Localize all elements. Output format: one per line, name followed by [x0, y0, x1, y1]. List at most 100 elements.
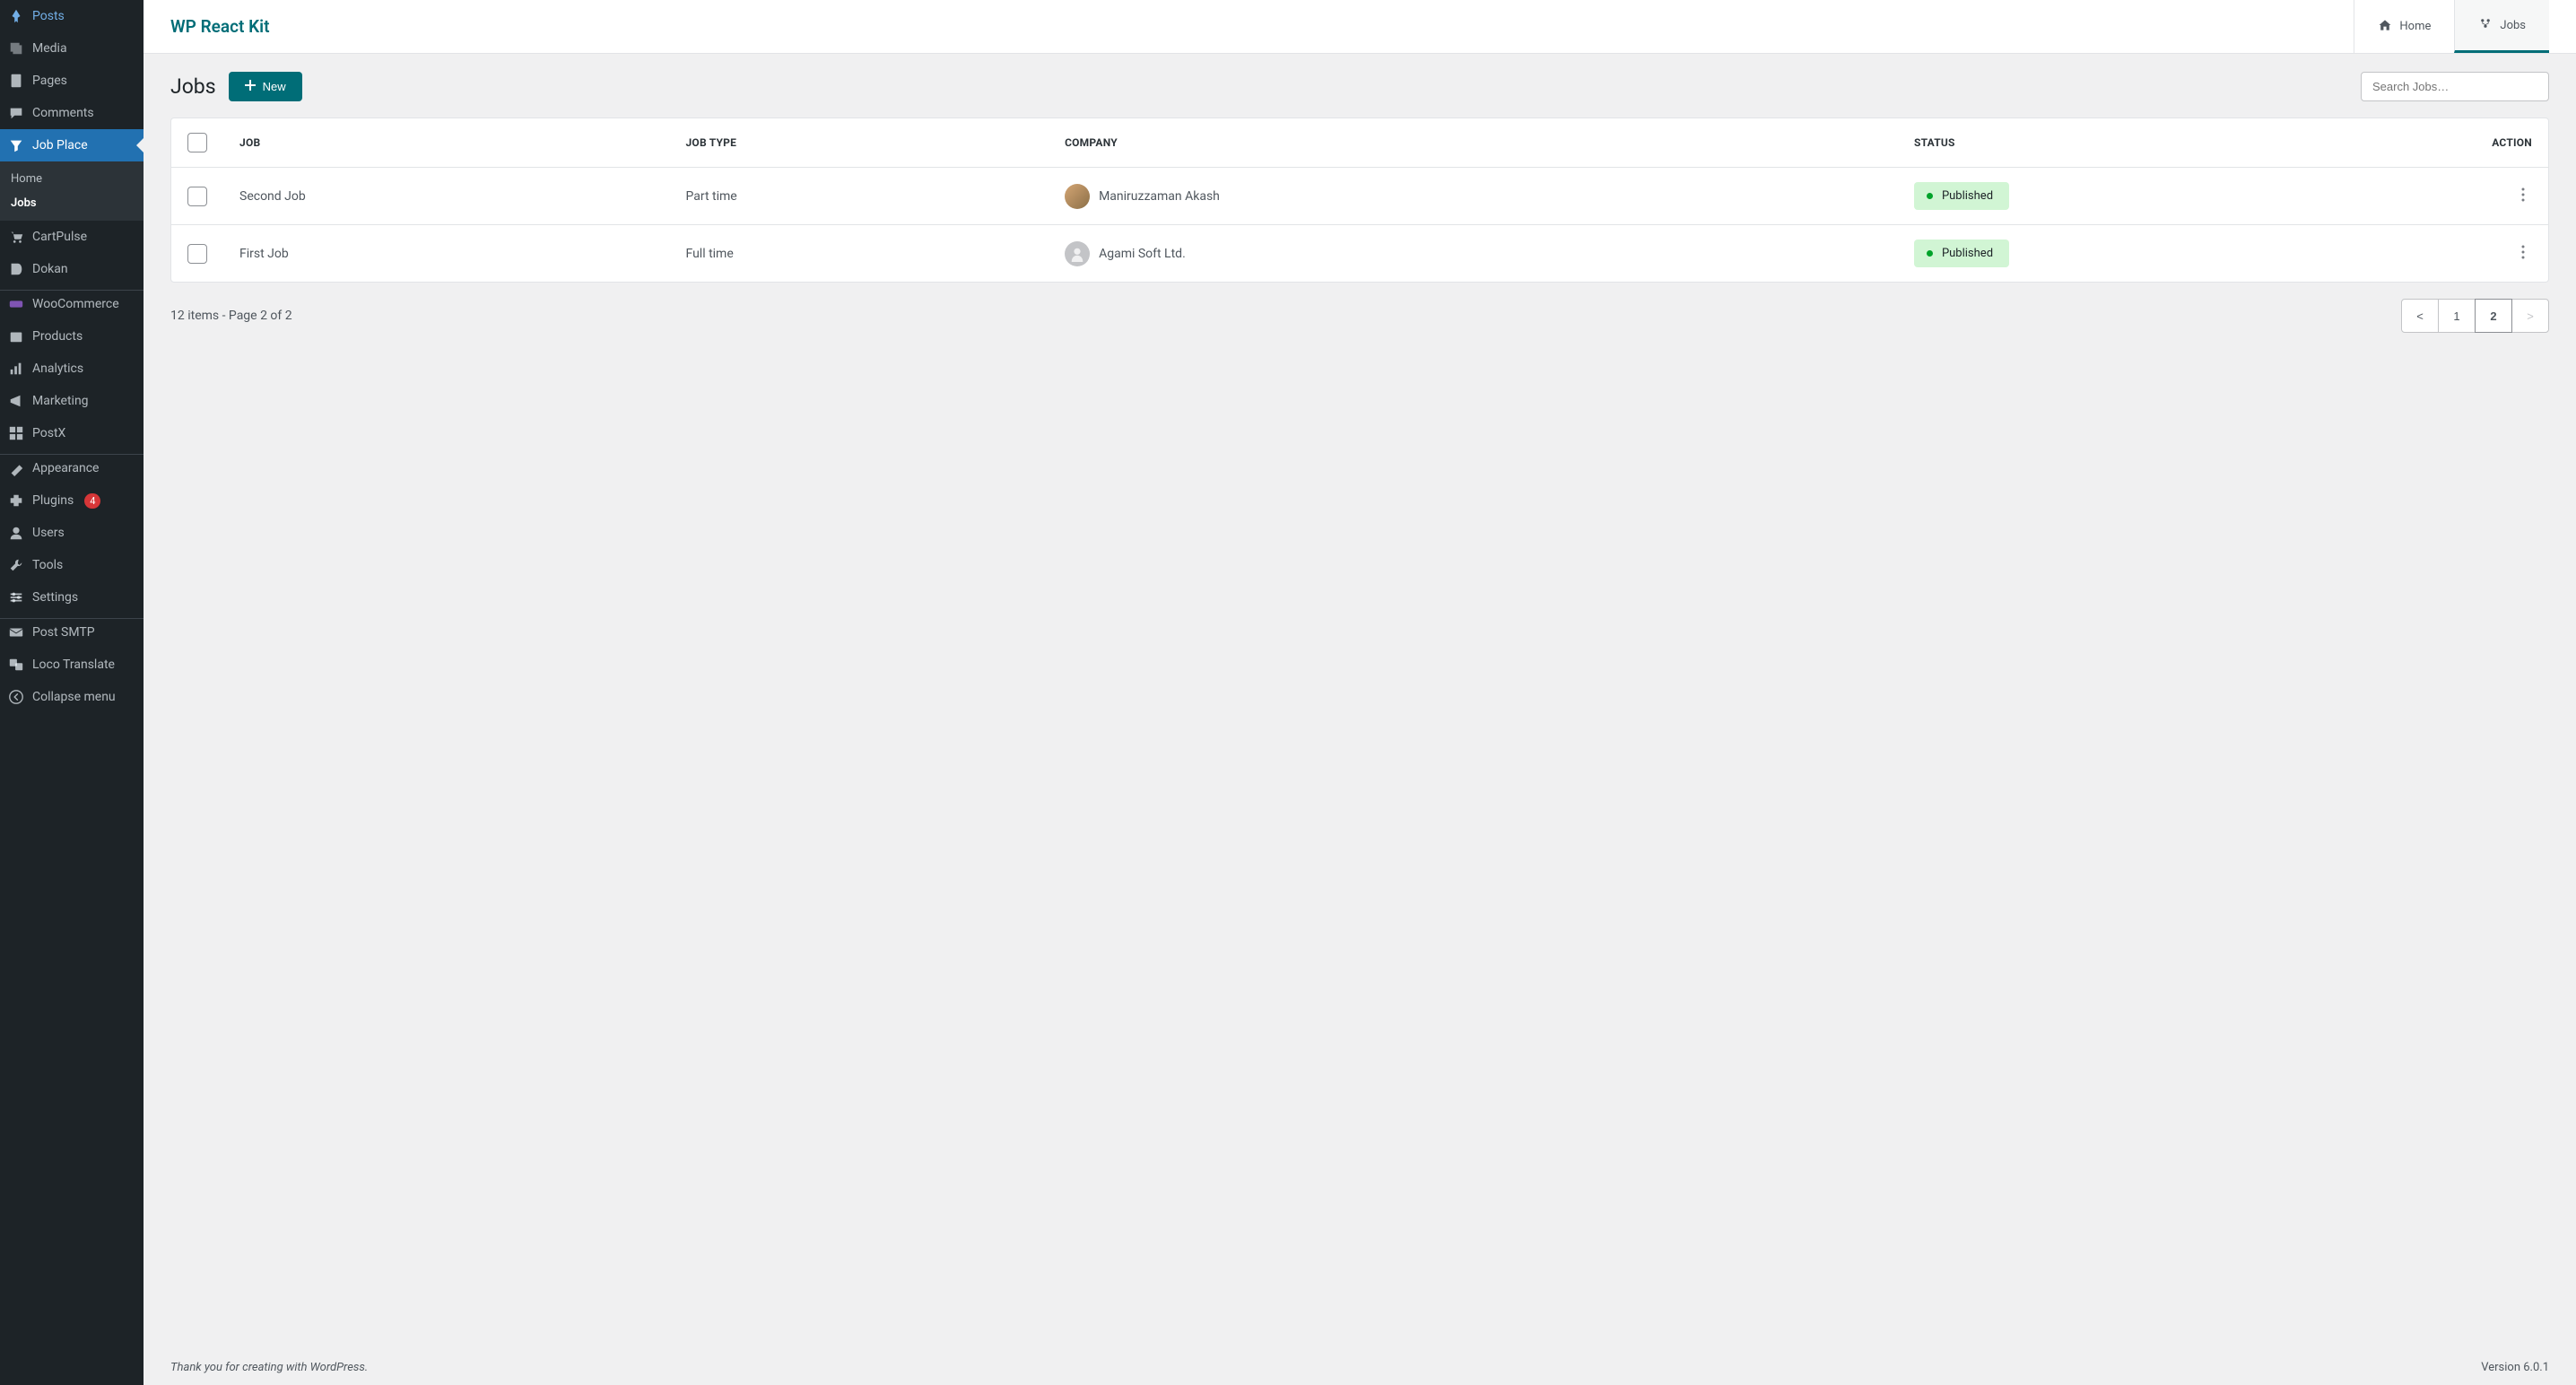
sidebar-item-settings[interactable]: Settings: [0, 581, 144, 614]
sidebar-item-postx[interactable]: PostX: [0, 417, 144, 449]
sidebar-label: Media: [32, 41, 67, 56]
sidebar: Posts Media Pages Comments Job Place Hom…: [0, 0, 144, 1385]
pin-icon: [7, 7, 25, 25]
sidebar-item-loco-translate[interactable]: Loco Translate: [0, 649, 144, 681]
avatar: [1065, 241, 1090, 266]
th-action: ACTION: [2476, 118, 2548, 168]
settings-icon: [7, 588, 25, 606]
plus-icon: [245, 80, 256, 93]
sidebar-item-posts[interactable]: Posts: [0, 0, 144, 32]
pagination-info: 12 items - Page 2 of 2: [170, 309, 292, 323]
sidebar-item-plugins[interactable]: Plugins 4: [0, 484, 144, 517]
pagination-next[interactable]: >: [2511, 299, 2549, 333]
jobs-table: JOB JOB TYPE COMPANY STATUS ACTION Secon…: [171, 118, 2548, 282]
submenu-item-home[interactable]: Home: [0, 167, 144, 191]
postx-icon: [7, 424, 25, 442]
cell-job-type: Part time: [669, 168, 1049, 225]
pagination-prev[interactable]: <: [2401, 299, 2439, 333]
user-icon: [7, 524, 25, 542]
page-icon: [7, 72, 25, 90]
th-company[interactable]: COMPANY: [1049, 118, 1898, 168]
avatar: [1065, 184, 1090, 209]
sidebar-item-users[interactable]: Users: [0, 517, 144, 549]
table-row: Second Job Part time Maniruzzaman Akash: [171, 168, 2548, 225]
sidebar-item-appearance[interactable]: Appearance: [0, 454, 144, 484]
pagination-page-1[interactable]: 1: [2438, 299, 2476, 333]
select-all-checkbox[interactable]: [187, 133, 207, 152]
th-status[interactable]: STATUS: [1898, 118, 2476, 168]
sidebar-label: Appearance: [32, 461, 99, 475]
woo-icon: [7, 295, 25, 313]
comment-icon: [7, 104, 25, 122]
cart-icon: [7, 228, 25, 246]
cell-status: Published: [1898, 225, 2476, 283]
more-button[interactable]: [2514, 241, 2532, 266]
cell-company: Maniruzzaman Akash: [1049, 168, 1898, 225]
th-job[interactable]: JOB: [223, 118, 669, 168]
sidebar-item-media[interactable]: Media: [0, 32, 144, 65]
sidebar-item-marketing[interactable]: Marketing: [0, 385, 144, 417]
th-job-type[interactable]: JOB TYPE: [669, 118, 1049, 168]
sidebar-item-tools[interactable]: Tools: [0, 549, 144, 581]
new-button[interactable]: New: [229, 72, 302, 101]
sidebar-item-cartpulse[interactable]: CartPulse: [0, 221, 144, 253]
sidebar-label: Marketing: [32, 394, 89, 408]
header-tab-jobs[interactable]: Jobs: [2454, 0, 2549, 53]
pagination: < 1 2 >: [2401, 299, 2549, 333]
submenu: Home Jobs: [0, 161, 144, 221]
company-name: Maniruzzaman Akash: [1099, 189, 1220, 204]
sidebar-item-analytics[interactable]: Analytics: [0, 353, 144, 385]
sidebar-item-collapse[interactable]: Collapse menu: [0, 681, 144, 713]
row-checkbox[interactable]: [187, 187, 207, 206]
marketing-icon: [7, 392, 25, 410]
pagination-page-2[interactable]: 2: [2475, 299, 2512, 333]
filter-icon: [7, 136, 25, 154]
status-dot-icon: [1927, 250, 1933, 257]
status-dot-icon: [1927, 193, 1933, 199]
content-top: Jobs New: [170, 72, 2549, 101]
sidebar-label: Loco Translate: [32, 658, 115, 672]
cell-status: Published: [1898, 168, 2476, 225]
sidebar-label: Posts: [32, 9, 65, 23]
sidebar-item-post-smtp[interactable]: Post SMTP: [0, 618, 144, 649]
footer-thanks: Thank you for creating with WordPress.: [170, 1361, 368, 1374]
row-checkbox[interactable]: [187, 244, 207, 264]
sidebar-label: WooCommerce: [32, 297, 119, 311]
footer-version: Version 6.0.1: [2481, 1361, 2549, 1374]
sidebar-label: Settings: [32, 590, 78, 605]
more-icon: [2521, 245, 2525, 259]
sidebar-item-comments[interactable]: Comments: [0, 97, 144, 129]
app-title: WP React Kit: [170, 16, 269, 37]
pagination-row: 12 items - Page 2 of 2 < 1 2 >: [170, 283, 2549, 349]
sidebar-item-dokan[interactable]: Dokan: [0, 253, 144, 285]
cell-job: First Job: [223, 225, 669, 283]
tool-icon: [7, 556, 25, 574]
jobs-icon: [2478, 16, 2493, 34]
sidebar-label: Plugins: [32, 493, 74, 508]
sidebar-item-woocommerce[interactable]: WooCommerce: [0, 290, 144, 320]
table-header-row: JOB JOB TYPE COMPANY STATUS ACTION: [171, 118, 2548, 168]
sidebar-label: Dokan: [32, 262, 68, 276]
sidebar-item-pages[interactable]: Pages: [0, 65, 144, 97]
company-name: Agami Soft Ltd.: [1099, 247, 1186, 261]
header-tab-label: Jobs: [2500, 19, 2526, 32]
sidebar-item-job-place[interactable]: Job Place: [0, 129, 144, 161]
search-input[interactable]: [2361, 72, 2549, 101]
plugin-icon: [7, 492, 25, 510]
cell-job: Second Job: [223, 168, 669, 225]
th-checkbox: [171, 118, 223, 168]
footer: Thank you for creating with WordPress. V…: [144, 1350, 2576, 1385]
sidebar-label: Pages: [32, 74, 67, 88]
cell-job-type: Full time: [669, 225, 1049, 283]
dokan-icon: [7, 260, 25, 278]
header-tab-home[interactable]: Home: [2354, 0, 2454, 53]
new-button-label: New: [263, 80, 286, 93]
sidebar-item-products[interactable]: Products: [0, 320, 144, 353]
more-icon: [2521, 187, 2525, 202]
appearance-icon: [7, 459, 25, 477]
sidebar-label: Tools: [32, 558, 63, 572]
submenu-item-jobs[interactable]: Jobs: [0, 191, 144, 215]
cell-company: Agami Soft Ltd.: [1049, 225, 1898, 283]
main: WP React Kit Home Jobs Jobs New: [144, 0, 2576, 1385]
more-button[interactable]: [2514, 184, 2532, 208]
